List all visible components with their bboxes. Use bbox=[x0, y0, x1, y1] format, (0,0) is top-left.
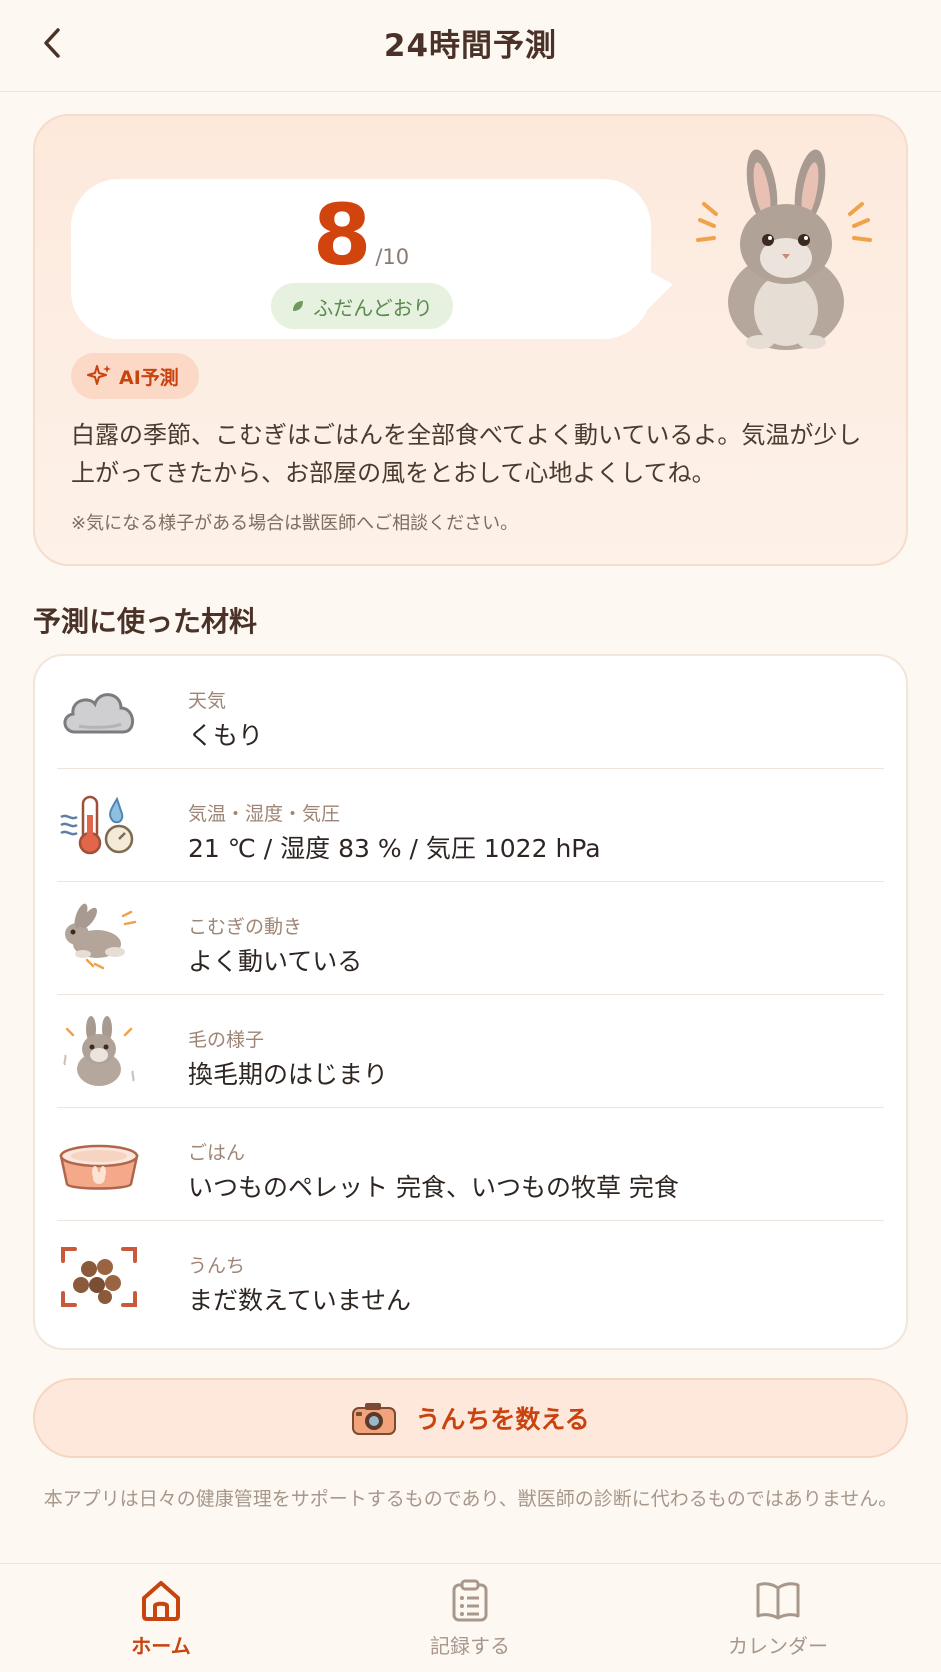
material-row-weather: 天気 くもり bbox=[57, 656, 884, 769]
thermometer-icon bbox=[60, 795, 134, 855]
material-label: ごはん bbox=[188, 1142, 246, 1164]
forecast-message: 白露の季節、こむぎはごはんを全部食べてよく動いているよ。気温が少し上がってきたか… bbox=[71, 421, 862, 487]
nav-label-home: ホーム bbox=[131, 1634, 191, 1658]
camera-icon bbox=[352, 1403, 397, 1435]
material-label: うんち bbox=[188, 1255, 246, 1277]
header: 24時間予測 bbox=[0, 0, 941, 92]
status-badge: ふだんどおり bbox=[271, 283, 453, 329]
materials-card: 天気 くもり 気温・湿度・気圧 21 ℃ / 湿度 83 % / 気圧 1022… bbox=[33, 654, 908, 1350]
rabbit-mascot-icon bbox=[696, 149, 872, 350]
forecast-note: ※気になる様子がある場合は獣医師へご相談ください。 bbox=[71, 513, 519, 534]
nav-item-calendar[interactable]: カレンダー bbox=[688, 1578, 868, 1668]
material-value: まだ数えていません bbox=[188, 1286, 412, 1315]
ai-badge-label: AI予測 bbox=[119, 366, 179, 389]
material-label: 毛の様子 bbox=[188, 1029, 265, 1051]
nav-item-home[interactable]: ホーム bbox=[71, 1578, 251, 1668]
score-row: 8/10 bbox=[71, 193, 651, 277]
sparkle-icon bbox=[87, 365, 111, 385]
material-row-climate: 気温・湿度・気圧 21 ℃ / 湿度 83 % / 気圧 1022 hPa bbox=[57, 769, 884, 882]
material-row-fur: 毛の様子 換毛期のはじまり bbox=[57, 995, 884, 1108]
material-label: 気温・湿度・気圧 bbox=[188, 803, 341, 825]
nav-label-record: 記録する bbox=[430, 1634, 510, 1658]
section-title: 予測に使った材料 bbox=[33, 605, 258, 638]
cloud-icon bbox=[63, 693, 134, 734]
disclaimer: 本アプリは日々の健康管理をサポートするものであり、獣医師の診断に代わるものではあ… bbox=[43, 1488, 898, 1510]
screen: 24時間予測 8/10 ふだんどおり AI予測 白露の季節、こむぎはごはんを全部… bbox=[0, 0, 941, 1672]
food-bowl-icon bbox=[59, 1144, 139, 1190]
material-value: 換毛期のはじまり bbox=[188, 1060, 389, 1089]
nav-label-calendar: カレンダー bbox=[728, 1634, 828, 1658]
bubble-tail bbox=[639, 266, 673, 318]
book-icon bbox=[756, 1582, 800, 1620]
running-rabbit-icon bbox=[65, 903, 137, 970]
material-row-droppings: うんち まだ数えていません bbox=[57, 1221, 884, 1334]
nav-item-record[interactable]: 記録する bbox=[380, 1578, 560, 1668]
leaf-icon bbox=[293, 301, 304, 311]
forecast-card: 8/10 ふだんどおり AI予測 白露の季節、こむぎはごはんを全部食べてよく動い… bbox=[33, 114, 908, 566]
forecast-score: 8 bbox=[312, 186, 372, 284]
material-label: こむぎの動き bbox=[188, 916, 303, 938]
count-droppings-button[interactable]: うんちを数える bbox=[33, 1378, 908, 1458]
bottom-nav: ホーム 記録する カレンダー bbox=[0, 1563, 941, 1672]
material-value: 21 ℃ / 湿度 83 % / 気圧 1022 hPa bbox=[188, 834, 601, 863]
material-value: くもり bbox=[188, 721, 264, 750]
material-value: いつものペレット 完食、いつもの牧草 完食 bbox=[188, 1173, 679, 1202]
score-max: /10 bbox=[375, 245, 410, 269]
score-bubble: 8/10 ふだんどおり bbox=[71, 179, 651, 339]
clipboard-icon bbox=[452, 1579, 488, 1622]
home-icon bbox=[142, 1581, 180, 1621]
material-label: 天気 bbox=[188, 690, 227, 712]
material-value: よく動いている bbox=[188, 947, 363, 976]
material-row-activity: こむぎの動き よく動いている bbox=[57, 882, 884, 995]
ai-badge: AI予測 bbox=[71, 353, 199, 399]
droppings-scan-icon bbox=[61, 1247, 137, 1307]
shedding-rabbit-icon bbox=[63, 1016, 135, 1086]
material-row-food: ごはん いつものペレット 完食、いつもの牧草 完食 bbox=[57, 1108, 884, 1221]
page-title: 24時間予測 bbox=[383, 28, 558, 64]
count-button-label: うんちを数える bbox=[415, 1405, 590, 1434]
status-label: ふだんどおり bbox=[313, 295, 433, 320]
